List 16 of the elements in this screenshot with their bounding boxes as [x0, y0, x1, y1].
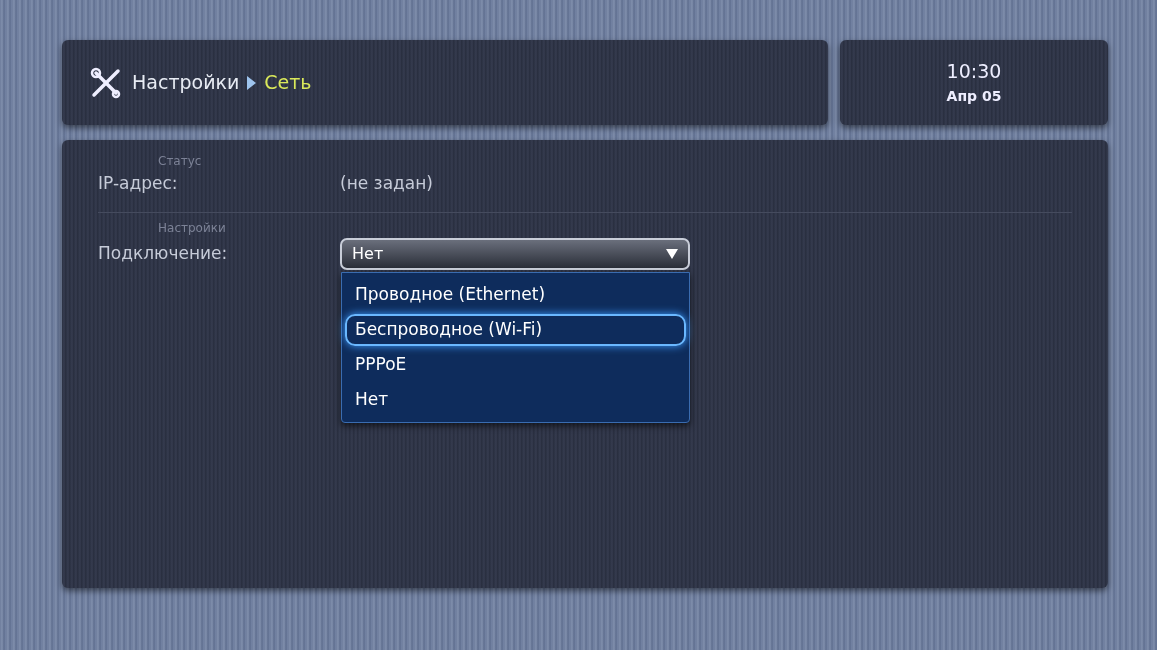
dropdown-option[interactable]: PPPoE [345, 349, 686, 381]
breadcrumb-parent[interactable]: Настройки [132, 68, 240, 97]
dropdown-option[interactable]: Проводное (Ethernet) [345, 279, 686, 311]
dropdown-option[interactable]: Нет [345, 384, 686, 416]
clock-time: 10:30 [946, 62, 1002, 81]
breadcrumb-arrow-icon [247, 75, 257, 90]
field-label: IP-адрес: [98, 172, 179, 196]
breadcrumb-current: Сеть [264, 70, 312, 96]
connection-dropdown[interactable]: Нет [340, 238, 690, 270]
field-label: Подключение: [98, 242, 229, 266]
caret-icon [666, 249, 678, 259]
dropdown-option[interactable]: Беспроводное (Wi-Fi) [345, 314, 686, 346]
group-legend: Настройки [158, 221, 226, 235]
clock-date: Апр 05 [946, 89, 1002, 103]
field-value: (не задан) [340, 172, 433, 196]
group-legend: Статус [158, 154, 202, 168]
